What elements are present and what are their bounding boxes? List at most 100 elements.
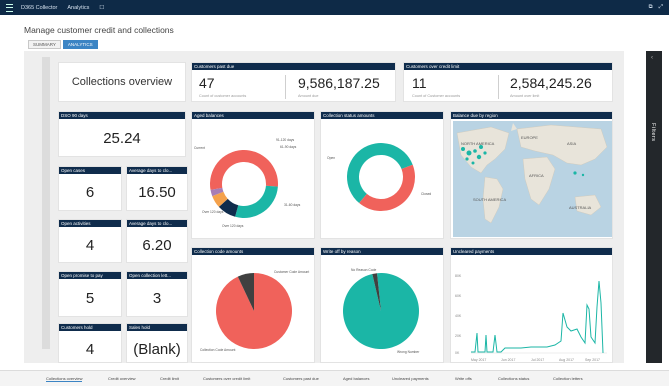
tab-analytics[interactable]: ANALYTICS <box>62 40 98 49</box>
card-header: Uncleared payments <box>451 248 612 255</box>
x-tick: Jun 2017 <box>501 358 515 362</box>
aged-label-bottom: Over 120 days <box>222 224 244 228</box>
map-label-africa: AFRICA <box>529 173 544 178</box>
open-letters-card[interactable]: Open collection lett... 3 <box>126 271 188 317</box>
card-header: Open activities <box>59 220 121 227</box>
pie-slice[interactable] <box>210 150 278 190</box>
overview-title: Collections overview <box>71 76 173 88</box>
aged-label-current: Current <box>194 146 205 150</box>
code-label-collection: Collection Code Amount <box>200 348 235 352</box>
writeoff-label-no-reason: No Reason Code <box>351 268 376 272</box>
filters-pane[interactable]: ‹ Filters <box>646 51 662 363</box>
card-header: Write off by reason <box>321 248 443 255</box>
aged-donut <box>210 150 278 218</box>
open-cases-card[interactable]: Open cases 6 <box>58 166 122 211</box>
tab-write-offs[interactable]: Write offs <box>455 376 472 381</box>
pie-slice[interactable] <box>359 164 415 211</box>
app-name[interactable]: D365 Collector <box>21 5 57 11</box>
tab-summary[interactable]: SUMMARY <box>28 40 61 49</box>
aged-label-31-60: 31-60 days <box>284 203 301 207</box>
payments-card[interactable]: Uncleared payments 80K 60K 40K 20K 0K Ma… <box>450 247 613 363</box>
tab-credit-overview[interactable]: Credit overview <box>108 376 136 381</box>
y-tick: 80K <box>455 274 462 278</box>
aged-balances-card[interactable]: Aged balances 91-120 days 61-90 days Cur… <box>191 111 315 239</box>
avg-days-activity-card[interactable]: Average days to clo... 6.20 <box>126 219 188 263</box>
pie-slice[interactable] <box>235 185 278 218</box>
card-header: Aged balances <box>192 112 314 119</box>
aged-label-61-90: 61-90 days <box>280 145 297 149</box>
card-header: Customers over credit limit <box>404 63 612 70</box>
collection-status-chart: Open Closed <box>327 143 431 211</box>
code-pie <box>216 273 292 349</box>
open-activities-card[interactable]: Open activities 4 <box>58 219 122 263</box>
open-promise-value: 5 <box>85 290 95 307</box>
world-map[interactable]: NORTH AMERICA EUROPE ASIA AFRICA SOUTH A… <box>451 119 614 240</box>
payments-chart: 80K 60K 40K 20K 0K May 2017 Jun 2017 Jul… <box>455 274 607 362</box>
y-tick: 60K <box>455 294 462 298</box>
map-label-europe: EUROPE <box>521 135 538 140</box>
fullscreen-icon[interactable]: ⤢ <box>659 4 663 11</box>
divider <box>285 75 286 99</box>
open-activities-value: 4 <box>85 237 95 254</box>
status-label-closed: Closed <box>421 192 431 196</box>
dso-value: 25.24 <box>103 130 141 147</box>
aged-balances-chart: 91-120 days 61-90 days Current 31-60 day… <box>194 138 301 228</box>
tab-collection-letters[interactable]: Collection letters <box>553 376 583 381</box>
customers-over-limit-card[interactable]: Customers over credit limit 11 Count of … <box>403 62 613 102</box>
tab-credit-limit[interactable]: Credit limit <box>160 376 179 381</box>
avg-days-case-card[interactable]: Average days to clo... 16.50 <box>126 166 188 211</box>
past-due-amount: 9,586,187.25 <box>298 75 380 91</box>
over-limit-count-label: Count of Customer accounts <box>412 94 461 98</box>
app-launcher-icon[interactable] <box>6 3 13 12</box>
past-due-amount-label: Amount due <box>298 94 319 98</box>
x-tick: Aug 2017 <box>559 358 574 362</box>
tab-aged-balances[interactable]: Aged balances <box>343 376 369 381</box>
card-header: DSO 90 days <box>59 112 185 119</box>
map-label-australia: AUSTRALIA <box>569 205 592 210</box>
code-label-customer: Customer Code Amount <box>274 270 309 274</box>
tab-uncleared-payments[interactable]: Uncleared payments <box>392 376 429 381</box>
card-header: Customers hold <box>59 324 121 331</box>
avg-days-case-value: 16.50 <box>138 184 176 201</box>
customers-past-due-card[interactable]: Customers past due 47 Count of customer … <box>191 62 396 102</box>
card-header: Average days to clo... <box>127 220 187 227</box>
breadcrumb[interactable]: Analytics <box>67 5 89 11</box>
y-tick: 20K <box>455 334 462 338</box>
card-header: Customers past due <box>192 63 395 70</box>
customers-hold-card[interactable]: Customers hold 4 <box>58 323 122 363</box>
status-label-open: Open <box>327 156 335 160</box>
tab-collections-overview[interactable]: Collections overview <box>46 376 83 382</box>
card-header: Collection status amounts <box>321 112 443 119</box>
over-limit-amount-label: Amount over limit <box>510 94 540 98</box>
tab-customers-over-limit[interactable]: Customers over credit limit <box>203 376 250 381</box>
write-off-card[interactable]: Write off by reason No Reason Code Wrong… <box>320 247 444 363</box>
map-label-asia: ASIA <box>567 141 576 146</box>
chevron-left-icon[interactable]: ‹ <box>651 55 653 61</box>
avg-days-activity-value: 6.20 <box>142 237 172 254</box>
open-promise-card[interactable]: Open promise to pay 5 <box>58 271 122 317</box>
write-off-chart: No Reason Code Wrong Number <box>343 268 420 354</box>
report-scroll-strip <box>42 57 50 349</box>
over-limit-amount: 2,584,245.26 <box>510 75 592 91</box>
dso-card[interactable]: DSO 90 days 25.24 <box>58 111 186 157</box>
collection-status-card[interactable]: Collection status amounts Open Closed <box>320 111 444 239</box>
balance-map-card[interactable]: Balance due by region NORTH AMERICA EURO… <box>450 111 613 239</box>
card-header: Open promise to pay <box>59 272 121 279</box>
writeoff-label-wrong: Wrong Number <box>397 350 420 354</box>
divider <box>498 75 499 99</box>
sales-hold-value: (Blank) <box>133 341 181 358</box>
map-label-north-america: NORTH AMERICA <box>461 141 495 146</box>
open-letters-value: 3 <box>152 290 162 307</box>
card-header: Sales hold <box>127 324 187 331</box>
code-amounts-card[interactable]: Collection code amounts Customer Code Am… <box>191 247 315 363</box>
top-nav-bar: D365 Collector Analytics ☐ ⧉ ⤢ <box>0 0 669 15</box>
tab-customers-past-due[interactable]: Customers past due <box>283 376 319 381</box>
sales-hold-card[interactable]: Sales hold (Blank) <box>126 323 188 363</box>
page-tabs: SUMMARY ANALYTICS <box>28 40 98 49</box>
pin-icon[interactable]: ☐ <box>99 5 104 11</box>
card-header: Open collection lett... <box>127 272 187 279</box>
tab-collections-status[interactable]: Collections status <box>498 376 529 381</box>
map-label-south-america: SOUTH AMERICA <box>473 197 506 202</box>
open-new-icon[interactable]: ⧉ <box>649 4 653 11</box>
aged-label-91-120: 91-120 days <box>276 138 294 142</box>
